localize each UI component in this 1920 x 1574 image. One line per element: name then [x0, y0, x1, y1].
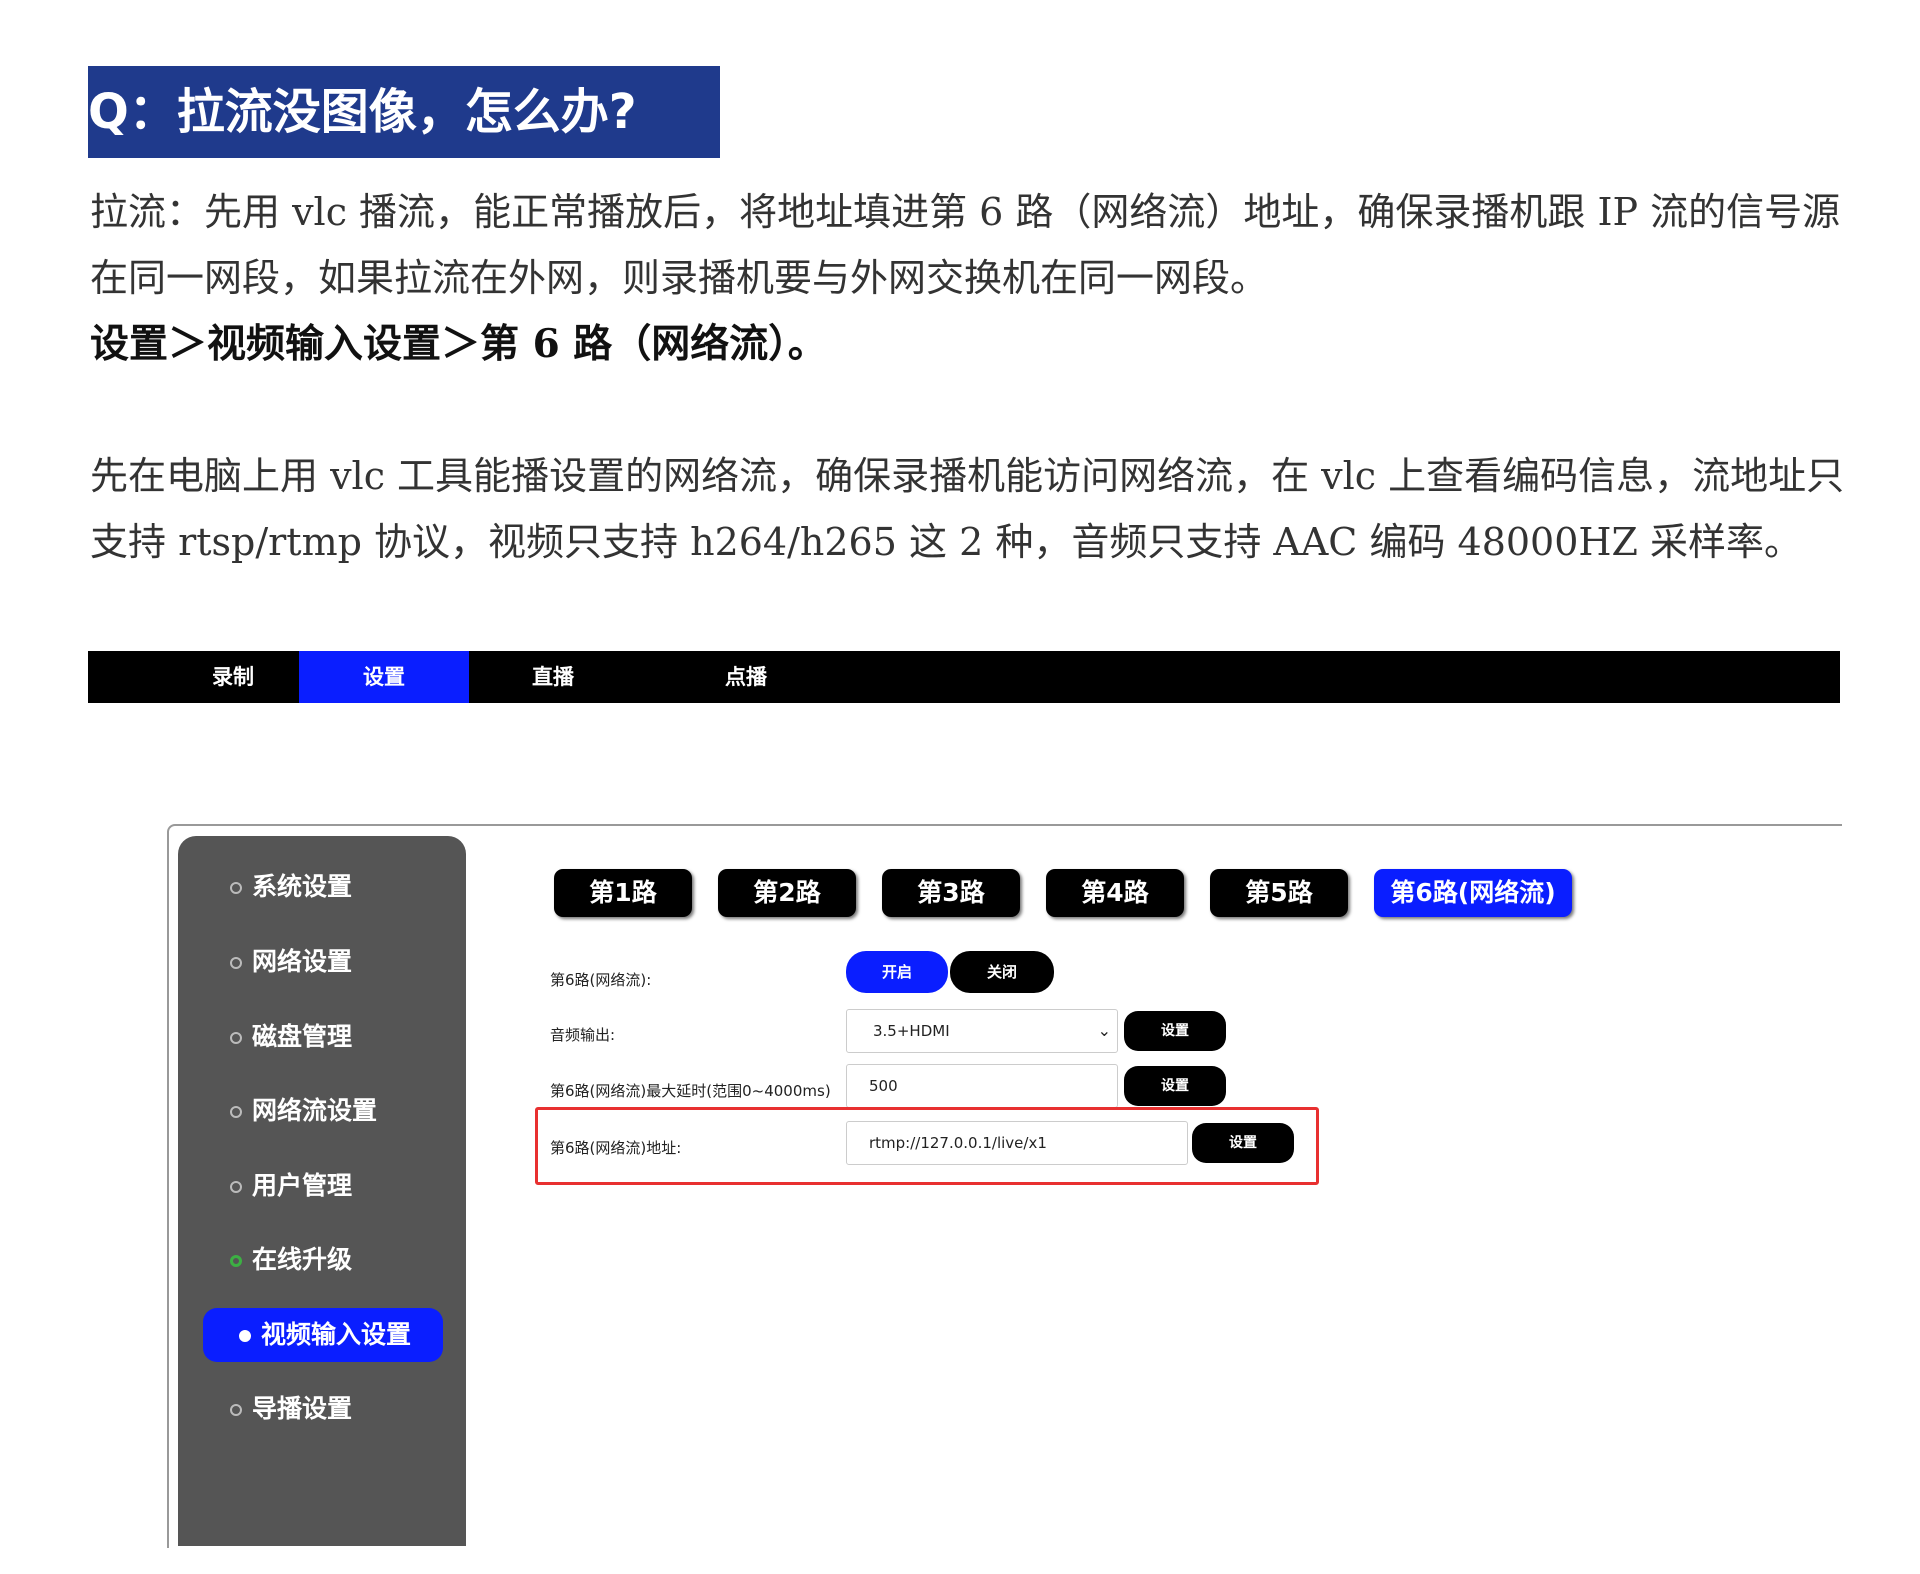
audio-output-select[interactable]: 3.5+HDMI ⌄ — [846, 1009, 1118, 1053]
requirements-paragraph: 先在电脑上用 vlc 工具能播设置的网络流，确保录播机能访问网络流，在 vlc … — [90, 454, 1845, 564]
radio-dot-icon — [230, 1032, 242, 1044]
address-set-button[interactable]: 设置 — [1192, 1123, 1294, 1163]
enable-label: 第6路(网络流): — [550, 971, 652, 989]
nav-tab-vod[interactable]: 点播 — [686, 651, 806, 703]
sidebar-item-video-input[interactable]: 视频输入设置 — [203, 1308, 443, 1362]
top-nav-bar: 录制 设置 直播 点播 — [88, 651, 1840, 703]
channel-tab-4[interactable]: 第4路 — [1046, 869, 1184, 917]
intro-paragraph: 拉流：先用 vlc 播流，能正常播放后，将地址填进第 6 路（网络流）地址，确保… — [90, 190, 1841, 300]
sidebar-item-upgrade[interactable]: 在线升级 — [230, 1233, 352, 1287]
nav-tab-live[interactable]: 直播 — [493, 651, 613, 703]
refresh-icon — [230, 1255, 242, 1267]
radio-dot-icon — [230, 882, 242, 894]
channel-tab-5[interactable]: 第5路 — [1210, 869, 1348, 917]
stream-address-input[interactable]: rtmp://127.0.0.1/live/x1 — [846, 1121, 1188, 1165]
delay-set-button[interactable]: 设置 — [1124, 1066, 1226, 1106]
sidebar-item-network-stream[interactable]: 网络流设置 — [230, 1084, 377, 1138]
sidebar-item-system[interactable]: 系统设置 — [230, 860, 352, 914]
chevron-down-icon: ⌄ — [1097, 1021, 1111, 1040]
nav-tab-record[interactable]: 录制 — [173, 651, 293, 703]
radio-dot-icon — [230, 957, 242, 969]
audio-output-label: 音频输出: — [550, 1026, 616, 1044]
nav-tab-settings[interactable]: 设置 — [299, 651, 469, 703]
radio-dot-icon — [230, 1181, 242, 1193]
settings-sidebar: 系统设置 网络设置 磁盘管理 网络流设置 用户管理 在线升级 视频输入设置 导播… — [178, 836, 466, 1546]
channel-tab-1[interactable]: 第1路 — [554, 869, 692, 917]
audio-set-button[interactable]: 设置 — [1124, 1011, 1226, 1051]
enable-on-button[interactable]: 开启 — [846, 951, 948, 993]
delay-label: 第6路(网络流)最大延时(范围0~4000ms) — [550, 1082, 831, 1100]
radio-dot-icon — [230, 1106, 242, 1118]
radio-dot-icon — [230, 1404, 242, 1416]
radio-dot-icon — [239, 1330, 251, 1342]
page-heading: Q：拉流没图像，怎么办? — [88, 66, 720, 158]
sidebar-item-disk[interactable]: 磁盘管理 — [230, 1010, 352, 1064]
address-label: 第6路(网络流)地址: — [550, 1139, 682, 1157]
channel-tab-3[interactable]: 第3路 — [882, 869, 1020, 917]
sidebar-item-users[interactable]: 用户管理 — [230, 1159, 352, 1213]
settings-path: 设置＞视频输入设置＞第 6 路（网络流）。 — [90, 321, 827, 367]
channel-tab-6[interactable]: 第6路(网络流) — [1374, 869, 1572, 917]
enable-off-button[interactable]: 关闭 — [950, 951, 1054, 993]
delay-input[interactable]: 500 — [846, 1064, 1118, 1108]
channel-tab-2[interactable]: 第2路 — [718, 869, 856, 917]
sidebar-item-director[interactable]: 导播设置 — [230, 1382, 352, 1436]
sidebar-item-network[interactable]: 网络设置 — [230, 935, 352, 989]
